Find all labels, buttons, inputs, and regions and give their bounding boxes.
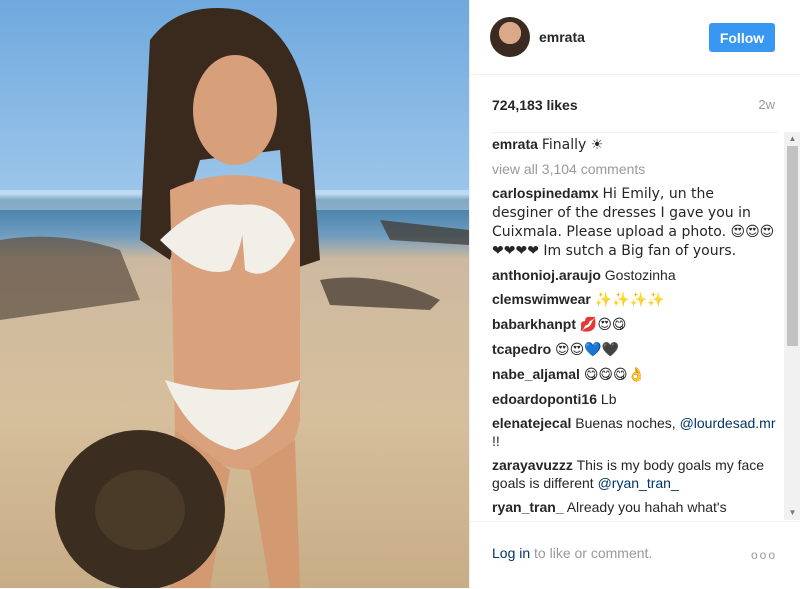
comments-scrollbar[interactable]: ▲ ▼ [784,132,800,520]
login-text: to like or comment. [530,545,653,561]
comment-item: elenatejecal Buenas noches, @lourdesad.m… [492,414,777,450]
view-all-comments-link[interactable]: view all 3,104 comments [492,160,777,178]
post-details-panel: emrata Follow 724,183 likes 2w emrata Fi… [469,0,800,588]
login-link[interactable]: Log in [492,545,530,561]
comment-user[interactable]: tcapedro [492,341,551,357]
comment-text: Lb [600,391,617,407]
avatar[interactable] [490,17,530,57]
post-header: emrata Follow [470,0,800,75]
comment-user[interactable]: zarayavuzzz [492,457,573,473]
comment-item: carlospinedamx Hi Emily, un the desginer… [492,184,777,260]
more-options-icon[interactable]: ooo [751,548,777,562]
scroll-thumb[interactable] [787,146,798,346]
comment-user[interactable]: nabe_aljamal [492,366,580,382]
comment-text: 😋😋😋👌 [583,367,646,383]
login-prompt: Log in to like or comment. [492,545,652,561]
comment-user[interactable]: babarkhanpt [492,316,576,332]
comment-user[interactable]: ryan_tran_ [492,499,564,515]
comment-item: clemswimwear ✨✨✨✨ [492,290,777,309]
comment-text: 💋😍😋 [579,317,627,333]
comment-item: edoardoponti16 Lb [492,390,777,408]
scroll-down-arrow-icon[interactable]: ▼ [784,506,800,520]
comment-user[interactable]: clemswimwear [492,291,591,307]
caption-user[interactable]: emrata [492,136,538,152]
beach-photo-illustration [0,8,469,588]
comment-text: Buenas noches, [575,415,676,431]
scroll-up-arrow-icon[interactable]: ▲ [784,132,800,146]
comment-item: tcapedro 😍😍💙🖤 [492,340,777,359]
comment-item: anthonioj.araujo Gostozinha [492,266,777,284]
comment-text: Gostozinha [604,267,676,283]
post-photo[interactable] [0,0,469,588]
comment-mention[interactable]: @lourdesad.mr [680,415,776,431]
comment-suffix: !! [492,433,500,449]
comment-user[interactable]: elenatejecal [492,415,571,431]
post-time[interactable]: 2w [758,97,775,112]
likes-count[interactable]: 724,183 likes [492,97,578,113]
comment-mention[interactable]: @ryan_tran_ [598,475,679,491]
caption: emrata Finally ☀ [492,135,777,154]
comment-text: ✨✨✨✨ [594,292,665,308]
comment-text: Already you hahah what's [566,499,727,515]
comment-item: babarkhanpt 💋😍😋 [492,315,777,334]
comment-user[interactable]: carlospinedamx [492,185,599,201]
comments-list: emrata Finally ☀ view all 3,104 comments… [492,132,777,521]
comment-text: 😍😍💙🖤 [555,342,620,358]
comment-user[interactable]: edoardoponti16 [492,391,597,407]
caption-text: Finally ☀ [541,137,604,153]
post-footer: Log in to like or comment. ooo [470,521,800,589]
comment-item: ryan_tran_ Already you hahah what's [492,498,777,516]
comment-user[interactable]: anthonioj.araujo [492,267,601,283]
comment-item: zarayavuzzz This is my body goals my fac… [492,456,777,492]
follow-button[interactable]: Follow [709,23,775,52]
username[interactable]: emrata [539,29,585,45]
comment-item: nabe_aljamal 😋😋😋👌 [492,365,777,384]
